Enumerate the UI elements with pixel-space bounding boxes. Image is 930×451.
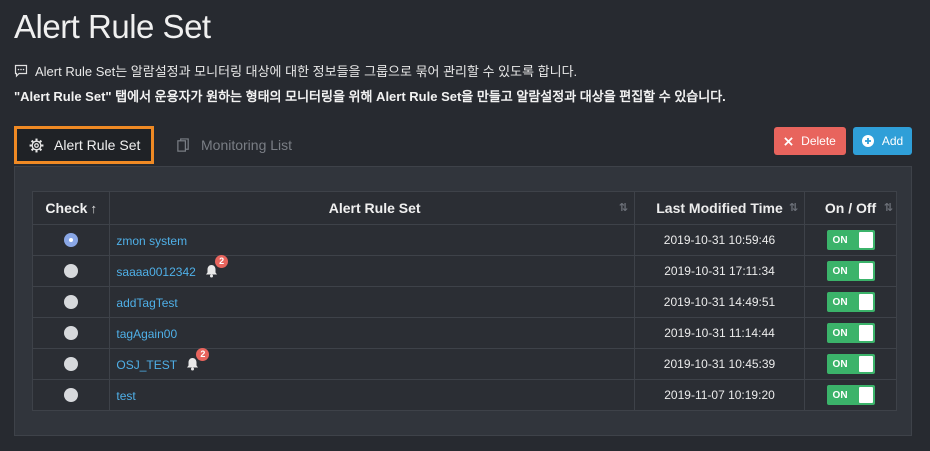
- toggle-knob: [858, 387, 873, 403]
- table-row[interactable]: addTagTest 2019-10-31 14:49:51 ON: [31, 286, 897, 318]
- tab-label: Monitoring List: [201, 137, 293, 153]
- toggle-label: ON: [832, 327, 848, 339]
- comment-icon: [14, 64, 28, 77]
- close-icon: [784, 136, 793, 146]
- description-text-1: Alert Rule Set는 알람설정과 모니터링 대상에 대한 정보들을 그…: [35, 64, 578, 79]
- on-off-toggle[interactable]: ON: [826, 385, 875, 405]
- toggle-knob: [858, 356, 873, 372]
- table-row[interactable]: OSJ_TEST 2 2019-10-31 10:45:39 ON: [31, 348, 897, 380]
- toggle-label: ON: [832, 265, 848, 277]
- toggle-knob: [858, 325, 873, 341]
- notification-badge: 2: [215, 255, 229, 269]
- rule-set-name-link[interactable]: zmon system: [116, 233, 187, 247]
- last-modified-time: 2019-10-31 10:59:46: [633, 224, 806, 256]
- rule-set-name-link[interactable]: test: [116, 388, 135, 402]
- last-modified-time: 2019-11-07 10:19:20: [633, 379, 806, 411]
- tab-monitoring-list[interactable]: Monitoring List: [176, 126, 292, 164]
- column-header-onoff[interactable]: On / Off ⇅: [804, 191, 897, 225]
- toggle-label: ON: [832, 389, 848, 401]
- row-radio[interactable]: [64, 264, 79, 279]
- sort-icon: ⇅: [788, 202, 799, 214]
- on-off-toggle[interactable]: ON: [826, 230, 875, 250]
- on-off-toggle[interactable]: ON: [826, 292, 875, 312]
- column-header-check[interactable]: Check ↑: [31, 191, 111, 225]
- row-radio[interactable]: [64, 388, 79, 403]
- delete-button-label: Delete: [801, 134, 836, 148]
- alert-rule-set-table: Check ↑ Alert Rule Set ⇅ Last Modified Ti…: [31, 191, 897, 411]
- on-off-toggle[interactable]: ON: [826, 261, 875, 281]
- delete-button[interactable]: Delete: [774, 127, 846, 155]
- toggle-knob: [858, 294, 873, 310]
- page-title: Alert Rule Set: [14, 8, 211, 45]
- toggle-label: ON: [832, 296, 848, 308]
- toggle-knob: [858, 263, 873, 279]
- add-button[interactable]: Add: [853, 127, 912, 155]
- tab-alert-rule-set[interactable]: Alert Rule Set: [14, 126, 154, 164]
- rule-set-name-link[interactable]: OSJ_TEST: [116, 357, 177, 371]
- description-line-1: Alert Rule Set는 알람설정과 모니터링 대상에 대한 정보들을 그…: [14, 61, 577, 80]
- table-row[interactable]: saaaa0012342 2 2019-10-31 17:11:34 ON: [31, 255, 897, 287]
- column-header-name[interactable]: Alert Rule Set ⇅: [109, 191, 635, 225]
- rule-set-name-link[interactable]: tagAgain00: [116, 326, 177, 340]
- last-modified-time: 2019-10-31 11:14:44: [633, 317, 806, 349]
- row-radio[interactable]: [64, 295, 79, 310]
- bell-icon[interactable]: 2: [186, 348, 210, 371]
- row-radio[interactable]: [64, 357, 79, 372]
- gear-icon: [29, 138, 44, 152]
- toggle-label: ON: [832, 358, 848, 370]
- description-line-2: "Alert Rule Set" 탭에서 운용자가 원하는 형태의 모니터링을 …: [14, 89, 726, 104]
- alert-rule-set-panel: Check ↑ Alert Rule Set ⇅ Last Modified Ti…: [14, 166, 912, 436]
- toggle-knob: [858, 232, 873, 248]
- sort-icon: ⇅: [618, 202, 628, 214]
- bell-icon[interactable]: 2: [205, 255, 229, 278]
- copy-icon: [177, 137, 189, 152]
- rule-set-name-link[interactable]: addTagTest: [116, 295, 177, 309]
- row-radio[interactable]: [64, 233, 79, 248]
- plus-circle-icon: [861, 135, 874, 147]
- sort-up-icon: ↑: [90, 201, 97, 216]
- sort-icon: ⇅: [883, 202, 893, 214]
- tab-label: Alert Rule Set: [54, 137, 141, 153]
- table-row[interactable]: tagAgain00 2019-10-31 11:14:44 ON: [31, 317, 897, 349]
- column-header-time[interactable]: Last Modified Time ⇅: [633, 191, 806, 225]
- on-off-toggle[interactable]: ON: [826, 354, 875, 374]
- last-modified-time: 2019-10-31 17:11:34: [633, 255, 806, 287]
- on-off-toggle[interactable]: ON: [826, 323, 875, 343]
- row-radio[interactable]: [64, 326, 79, 341]
- rule-set-name-link[interactable]: saaaa0012342: [116, 264, 195, 278]
- last-modified-time: 2019-10-31 14:49:51: [633, 286, 806, 318]
- toggle-label: ON: [832, 234, 848, 246]
- add-button-label: Add: [881, 134, 904, 148]
- table-row[interactable]: zmon system 2019-10-31 10:59:46 ON: [31, 224, 897, 256]
- notification-badge: 2: [196, 348, 210, 362]
- last-modified-time: 2019-10-31 10:45:39: [633, 348, 806, 380]
- table-row[interactable]: test 2019-11-07 10:19:20 ON: [31, 379, 897, 411]
